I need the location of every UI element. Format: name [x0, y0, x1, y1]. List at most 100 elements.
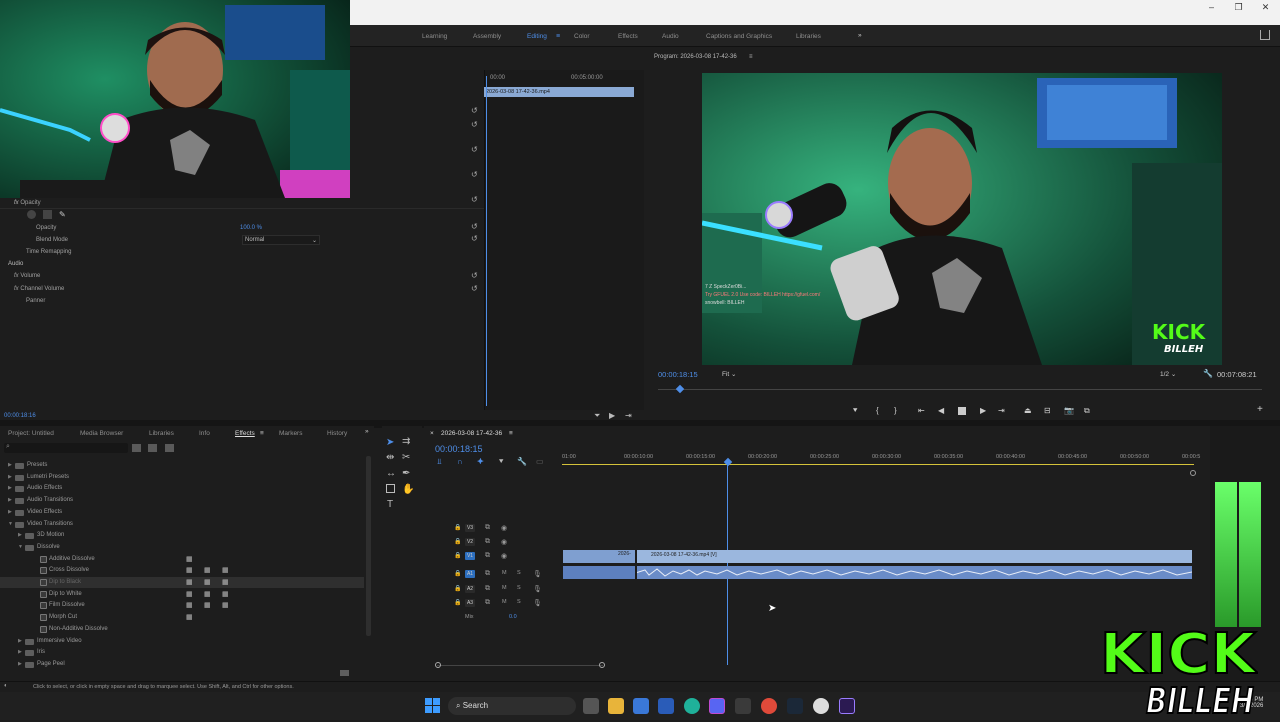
fit-select[interactable]: Fit ⌄ — [722, 370, 737, 378]
audio-clip[interactable] — [636, 566, 1193, 579]
audio-clip-short[interactable] — [563, 566, 635, 579]
stop-icon[interactable] — [958, 407, 966, 415]
workspace-color[interactable]: Color — [574, 33, 590, 40]
effects-tree-item[interactable]: Cross Dissolve ▦ ▦ ▦ — [0, 565, 364, 576]
reset-icon[interactable]: ↺ — [471, 284, 478, 293]
effects-tree-item[interactable]: ▶ Presets — [0, 460, 364, 471]
effects-tree-item[interactable]: ▶ Iris — [0, 647, 364, 658]
mark-out-icon[interactable]: } — [894, 406, 897, 415]
play-audio-icon[interactable]: ▶ — [609, 411, 615, 420]
reset-icon[interactable]: ↺ — [471, 271, 478, 280]
selection-tool-icon[interactable]: ➤ — [386, 437, 394, 448]
timeline-playhead[interactable] — [727, 465, 728, 665]
add-marker-icon[interactable]: ⯆ — [852, 406, 858, 416]
blend-mode-select[interactable]: Normal ⌄ — [242, 235, 320, 245]
tab-info[interactable]: Info — [199, 430, 210, 437]
reset-icon[interactable]: ↺ — [471, 145, 478, 154]
type-tool-icon[interactable]: T — [387, 499, 393, 510]
reset-icon[interactable]: ↺ — [471, 120, 478, 129]
chevron-right-icon[interactable]: ▶ — [8, 462, 12, 468]
maximize-button[interactable]: ❐ — [1225, 0, 1252, 14]
sequence-tab[interactable]: 2026-03-08 17-42-36 — [441, 430, 502, 437]
chevron-right-icon[interactable]: ▶ — [8, 474, 12, 480]
track-target-a1[interactable]: A1 — [465, 570, 475, 578]
panner-row[interactable]: Panner — [26, 298, 45, 304]
eye-icon[interactable]: ◉ — [501, 524, 507, 532]
workspace-more-button[interactable]: » — [858, 32, 862, 39]
volume-row[interactable]: fx Volume — [14, 273, 40, 279]
lock-track-icon[interactable]: 🔒 — [454, 570, 461, 577]
program-timecode[interactable]: 00:00:18:15 — [658, 370, 698, 379]
program-scrub-bar[interactable] — [658, 389, 1262, 390]
opacity-section[interactable]: fx Opacity — [14, 200, 41, 206]
effects-tree-item[interactable]: ▶ Audio Effects — [0, 483, 364, 494]
share-icon[interactable] — [1260, 30, 1270, 40]
mix-value[interactable]: 0.0 — [509, 614, 517, 620]
tab-markers[interactable]: Markers — [279, 430, 302, 437]
workspace-audio[interactable]: Audio — [662, 33, 679, 40]
ripple-edit-icon[interactable]: ⇹ — [386, 452, 394, 463]
workspace-libraries[interactable]: Libraries — [796, 33, 821, 40]
app-icon[interactable] — [735, 698, 751, 714]
wrench-icon[interactable]: 🔧 — [1203, 369, 1213, 378]
chevron-right-icon[interactable]: ▶ — [8, 485, 12, 491]
timeline-ruler[interactable]: 01:00 00:00:10:00 00:00:15:00 00:00:20:00 00… — [562, 448, 1200, 468]
tab-history[interactable]: History — [327, 430, 347, 437]
mute-button[interactable]: M — [502, 585, 507, 591]
effects-tree-item[interactable]: ▶ Video Effects — [0, 507, 364, 518]
work-area-bar[interactable] — [562, 464, 1194, 465]
file-explorer-icon[interactable] — [608, 698, 624, 714]
effects-tree-item[interactable]: ▶ 3D Motion — [0, 530, 364, 541]
opacity-value[interactable]: 100.0 % — [240, 225, 262, 231]
hand-tool-icon[interactable]: ✋ — [402, 484, 414, 495]
effects-tree-item[interactable]: Additive Dissolve ▦ — [0, 554, 364, 565]
discord-icon[interactable] — [709, 698, 725, 714]
effects-tree-item[interactable]: ▶ Page Peel — [0, 659, 364, 670]
chevron-down-icon[interactable]: ▼ — [18, 544, 23, 550]
eye-icon[interactable]: ◉ — [501, 552, 507, 560]
effects-search-input[interactable]: ⌕ — [4, 443, 128, 453]
compare-icon[interactable]: ⧉ — [1084, 406, 1090, 416]
rect-mask-icon[interactable] — [43, 210, 52, 219]
sync-lock-icon[interactable]: ⧉ — [485, 570, 490, 578]
program-menu-icon[interactable]: ≡ — [749, 54, 753, 60]
workspace-menu-icon[interactable]: ≡ — [556, 33, 560, 40]
chevron-right-icon[interactable]: ▶ — [18, 649, 22, 655]
32bit-effects-icon[interactable] — [148, 444, 157, 452]
video-clip-short[interactable]: 2026- — [563, 550, 635, 563]
lock-track-icon[interactable]: 🔒 — [454, 538, 461, 545]
outlook-icon[interactable] — [658, 698, 674, 714]
track-target-v2[interactable]: V2 — [465, 538, 475, 546]
reset-icon[interactable]: ↺ — [471, 234, 478, 243]
effects-tree-item[interactable]: Non-Additive Dissolve — [0, 624, 364, 635]
track-target-a2[interactable]: A2 — [465, 585, 475, 593]
effects-tree-item[interactable]: Morph Cut ▦ — [0, 612, 364, 623]
mute-button[interactable]: M — [502, 570, 507, 576]
lock-track-icon[interactable]: 🔒 — [454, 524, 461, 531]
tab-project[interactable]: Project: Untitled — [8, 430, 54, 437]
new-bin-icon[interactable] — [340, 670, 349, 676]
extract-icon[interactable]: ⊟ — [1044, 406, 1051, 415]
marker-icon[interactable]: ⯆ — [498, 457, 504, 467]
go-to-out-icon[interactable]: ⇥ — [998, 406, 1005, 415]
pen-tool-icon[interactable]: ✒ — [402, 468, 410, 479]
timeline-timecode[interactable]: 00:00:18:15 — [435, 444, 483, 454]
scroll-left-handle[interactable] — [435, 662, 441, 668]
solo-button[interactable]: S — [517, 585, 521, 591]
timeline-hscrollbar[interactable] — [437, 665, 603, 666]
solo-button[interactable]: S — [517, 570, 521, 576]
effects-tree-item[interactable]: ▶ Immersive Video — [0, 636, 364, 647]
sync-lock-icon[interactable]: ⧉ — [485, 552, 490, 560]
workspace-learning[interactable]: Learning — [422, 33, 447, 40]
chevron-right-icon[interactable]: ▶ — [18, 638, 22, 644]
timeline-close-icon[interactable]: × — [430, 430, 434, 437]
chevron-right-icon[interactable]: ▶ — [18, 532, 22, 538]
linked-selection-icon[interactable]: ∩ — [457, 457, 463, 466]
chevron-right-icon[interactable]: ▶ — [8, 509, 12, 515]
timeline-settings-icon[interactable]: 🔧 — [517, 457, 527, 466]
effects-scrollbar[interactable] — [366, 456, 371, 636]
scroll-right-handle[interactable] — [599, 662, 605, 668]
program-video[interactable]: 7 Z SpeckZer0Bi... Try GFUEL 2.0 Use cod… — [702, 73, 1222, 365]
obs-icon[interactable] — [813, 698, 829, 714]
mute-button[interactable]: M — [502, 599, 507, 605]
